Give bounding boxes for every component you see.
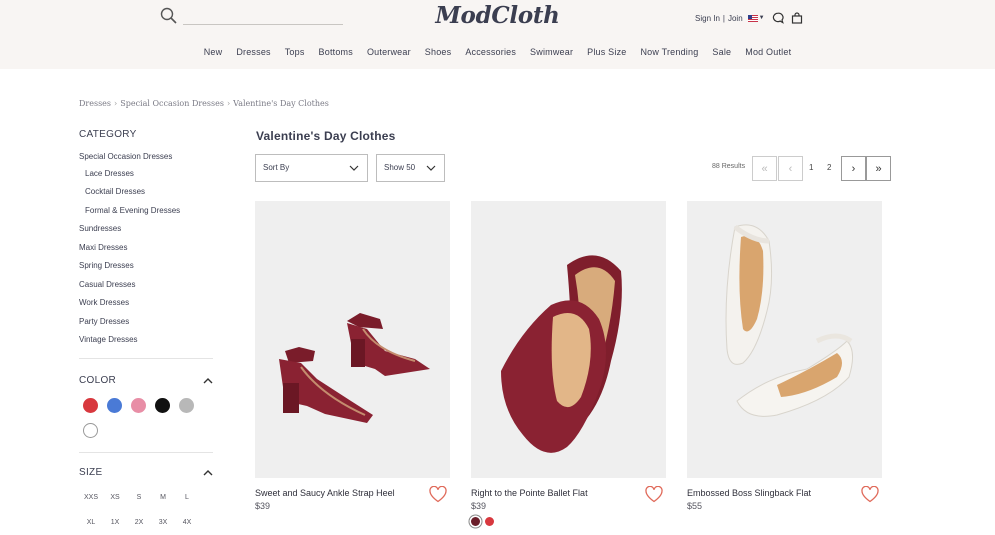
size-option[interactable]: 1X [106, 519, 124, 526]
size-option[interactable]: XS [106, 494, 124, 501]
size-option[interactable]: XXS [82, 494, 100, 501]
product-card[interactable]: Embossed Boss Slingback Flat $55 [687, 201, 882, 511]
color-swatch[interactable] [471, 517, 480, 526]
product-name[interactable]: Right to the Pointe Ballet Flat [471, 488, 588, 498]
chevron-up-icon[interactable] [203, 377, 213, 385]
shopping-bag-icon[interactable] [791, 12, 803, 24]
main-nav: New Dresses Tops Bottoms Outerwear Shoes Acces… [0, 47, 995, 57]
size-option[interactable]: 3X [154, 519, 172, 526]
color-swatch[interactable] [155, 398, 170, 413]
breadcrumb-item[interactable]: Dresses [79, 99, 111, 108]
size-option[interactable]: S [130, 494, 148, 501]
color-swatch[interactable] [485, 517, 494, 526]
sort-label: Sort By [263, 163, 290, 172]
show-count-label: Show 50 [384, 163, 416, 172]
divider [79, 358, 213, 359]
breadcrumb: Dresses › Special Occasion Dresses › Val… [79, 99, 329, 108]
size-option[interactable]: M [154, 494, 172, 501]
nav-item[interactable]: New [204, 47, 223, 57]
category-link[interactable]: Casual Dresses [79, 280, 219, 299]
nav-item[interactable]: Accessories [465, 47, 516, 57]
results-count: 88 Results [712, 163, 746, 170]
heart-icon[interactable] [645, 486, 663, 503]
size-option[interactable]: XL [82, 519, 100, 526]
nav-item[interactable]: Tops [285, 47, 305, 57]
first-page-button[interactable]: « [752, 156, 777, 181]
nav-item[interactable]: Sale [712, 47, 731, 57]
size-option[interactable]: 4X [178, 519, 196, 526]
heart-icon[interactable] [861, 486, 879, 503]
category-link[interactable]: Work Dresses [79, 298, 219, 317]
nav-item[interactable]: Outerwear [367, 47, 411, 57]
last-page-button[interactable]: » [866, 156, 891, 181]
chevron-down-icon [349, 165, 359, 171]
product-image[interactable] [687, 201, 882, 478]
category-list: Special Occasion Dresses Lace Dresses Cock… [79, 152, 219, 354]
chevron-down-icon [426, 165, 436, 171]
size-option[interactable]: 2X [130, 519, 148, 526]
divider [79, 452, 213, 453]
chat-icon[interactable] [772, 12, 784, 24]
category-link[interactable]: Party Dresses [79, 317, 219, 336]
nav-item[interactable]: Swimwear [530, 47, 573, 57]
product-card[interactable]: Sweet and Saucy Ankle Strap Heel $39 [255, 201, 450, 511]
show-count-select[interactable]: Show 50 [376, 154, 445, 182]
product-name[interactable]: Sweet and Saucy Ankle Strap Heel [255, 488, 395, 498]
category-link[interactable]: Sundresses [79, 224, 219, 243]
sign-in-link[interactable]: Sign In [695, 14, 720, 23]
category-link[interactable]: Spring Dresses [79, 261, 219, 280]
product-name[interactable]: Embossed Boss Slingback Flat [687, 488, 811, 498]
category-heading: CATEGORY [79, 129, 137, 140]
size-option[interactable]: L [178, 494, 196, 501]
chevron-down-icon[interactable]: ▼ [759, 15, 765, 21]
breadcrumb-separator: › [226, 99, 231, 108]
us-flag-icon[interactable] [747, 14, 758, 22]
nav-item[interactable]: Mod Outlet [745, 47, 791, 57]
nav-item[interactable]: Shoes [425, 47, 452, 57]
prev-page-button[interactable]: ‹ [778, 156, 803, 181]
account-utilities: Sign In | Join ▼ [695, 12, 803, 24]
page-number[interactable]: 1 [809, 163, 813, 172]
product-price: $39 [471, 501, 487, 511]
color-swatch[interactable] [107, 398, 122, 413]
category-link[interactable]: Maxi Dresses [79, 243, 219, 262]
site-header: ModCloth Sign In | Join ▼ New Dresses Tops… [0, 0, 995, 69]
category-link[interactable]: Lace Dresses [79, 169, 219, 188]
category-link[interactable]: Vintage Dresses [79, 335, 219, 354]
modcloth-logo[interactable]: ModCloth [0, 2, 995, 29]
color-swatch[interactable] [179, 398, 194, 413]
heart-icon[interactable] [429, 486, 447, 503]
join-link[interactable]: Join [728, 14, 743, 23]
color-heading[interactable]: COLOR [79, 375, 116, 386]
product-price: $55 [687, 501, 703, 511]
nav-item[interactable]: Plus Size [587, 47, 626, 57]
nav-item[interactable]: Now Trending [640, 47, 698, 57]
product-image[interactable] [471, 201, 666, 478]
color-swatch[interactable] [83, 398, 98, 413]
breadcrumb-separator: › [114, 99, 118, 108]
next-page-button[interactable]: › [841, 156, 866, 181]
page-number[interactable]: 2 [827, 163, 831, 172]
size-heading[interactable]: SIZE [79, 467, 102, 478]
nav-item[interactable]: Bottoms [319, 47, 353, 57]
product-card[interactable]: Right to the Pointe Ballet Flat $39 [471, 201, 666, 526]
color-swatch[interactable] [83, 423, 98, 438]
util-separator: | [722, 13, 725, 23]
category-link[interactable]: Cocktail Dresses [79, 187, 219, 206]
color-swatch[interactable] [131, 398, 146, 413]
category-link[interactable]: Formal & Evening Dresses [79, 206, 219, 225]
page-title: Valentine's Day Clothes [256, 129, 396, 143]
product-price: $39 [255, 501, 271, 511]
product-image[interactable] [255, 201, 450, 478]
sort-select[interactable]: Sort By [255, 154, 368, 182]
breadcrumb-item[interactable]: Valentine's Day Clothes [233, 99, 329, 108]
nav-item[interactable]: Dresses [236, 47, 270, 57]
chevron-up-icon[interactable] [203, 469, 213, 477]
breadcrumb-item[interactable]: Special Occasion Dresses [120, 99, 224, 108]
